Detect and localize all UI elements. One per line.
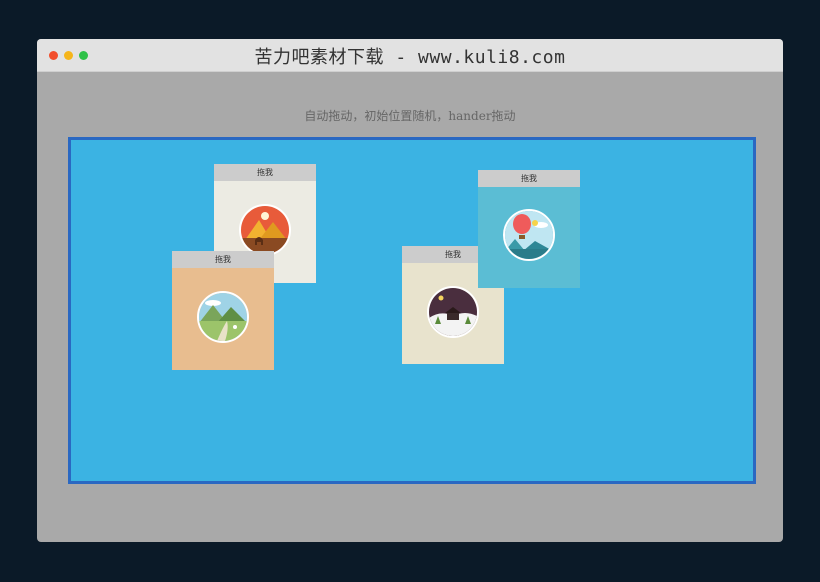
winter-cabin-icon [427,286,479,338]
desert-camel-icon [239,204,291,256]
window-titlebar: 苦力吧素材下载 - www.kuli8.com [37,39,783,72]
card-body [172,268,274,370]
card-body [478,187,580,288]
mountain-meadow-icon [197,291,249,343]
page-caption: 自动拖动，初始位置随机，hander拖动 [304,109,516,123]
drag-stage: 拖我 拖我 拖我 拖我 [68,137,756,484]
drag-handle[interactable]: 拖我 [478,170,580,187]
drag-handle[interactable]: 拖我 [172,251,274,268]
draggable-card-balloon[interactable]: 拖我 [478,170,580,288]
window-title: 苦力吧素材下载 - www.kuli8.com [254,47,566,68]
draggable-card-meadow[interactable]: 拖我 [172,251,274,370]
drag-handle[interactable]: 拖我 [214,164,316,181]
browser-window: 苦力吧素材下载 - www.kuli8.com 自动拖动，初始位置随机，hand… [37,39,783,542]
hot-air-balloon-icon [503,209,555,261]
